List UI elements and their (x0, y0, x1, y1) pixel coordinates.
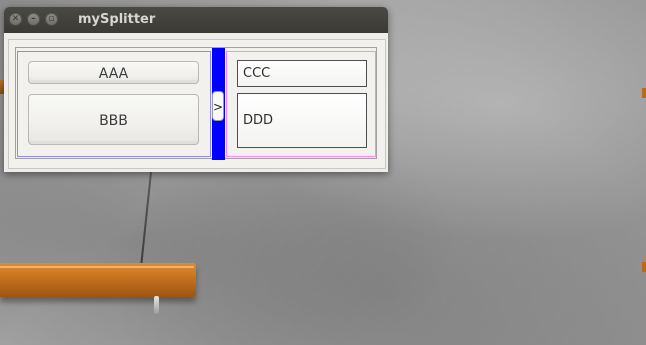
right-pane: CCC DDD (226, 51, 376, 157)
splitter-toggle-button[interactable]: > (212, 91, 224, 121)
minimize-icon[interactable]: – (27, 13, 40, 26)
left-pane: AAA BBB (17, 51, 211, 157)
app-window: ✕ – ▫ mySplitter AAA BBB > CCC DDD (4, 7, 388, 172)
edge-decoration-bottom (642, 262, 646, 272)
shelf-highlight (0, 266, 194, 268)
aaa-button[interactable]: AAA (28, 61, 199, 84)
window-content: AAA BBB > CCC DDD (8, 39, 386, 169)
window-title: mySplitter (78, 12, 156, 27)
bbb-button[interactable]: BBB (28, 94, 199, 145)
ccc-field[interactable]: CCC (237, 60, 367, 87)
ddd-field[interactable]: DDD (237, 93, 367, 148)
title-bar[interactable]: ✕ – ▫ mySplitter (4, 7, 388, 33)
maximize-icon[interactable]: ▫ (45, 13, 58, 26)
shelf-bracket (154, 296, 159, 314)
shelf-rope (140, 172, 152, 266)
splitter-widget: AAA BBB > CCC DDD (15, 47, 377, 160)
wooden-shelf (0, 263, 196, 297)
close-icon[interactable]: ✕ (9, 13, 22, 26)
edge-decoration-top (642, 88, 646, 98)
